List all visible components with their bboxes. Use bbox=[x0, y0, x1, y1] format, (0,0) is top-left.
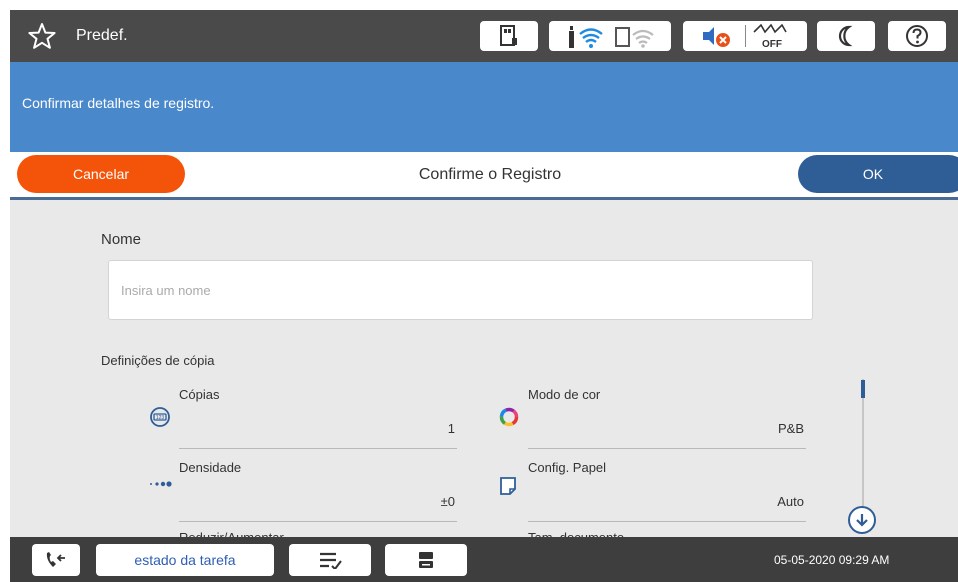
wifi-direct-icon bbox=[615, 27, 654, 48]
setting-label: Config. Papel bbox=[528, 460, 607, 475]
message-text: Confirmar detalhes de registro. bbox=[22, 95, 215, 111]
network-status-button[interactable] bbox=[549, 21, 671, 51]
setting-label: Modo de cor bbox=[528, 387, 601, 402]
setting-color-mode[interactable]: Modo de cor P&B bbox=[528, 387, 806, 449]
network-off-icon: OFF bbox=[752, 23, 787, 50]
help-icon bbox=[906, 25, 928, 47]
scrollbar-thumb[interactable] bbox=[861, 380, 865, 398]
name-label: Nome bbox=[101, 231, 142, 248]
setting-value: P&B bbox=[777, 421, 804, 436]
cancel-button[interactable]: Cancelar bbox=[17, 155, 185, 193]
setting-density[interactable]: Densidade ±0 bbox=[179, 460, 457, 522]
status-bar: Predef. OFF bbox=[10, 10, 958, 62]
task-status-button[interactable]: estado da tarefa bbox=[96, 544, 274, 576]
density-icon bbox=[150, 481, 172, 487]
star-icon[interactable] bbox=[28, 22, 56, 50]
preset-label[interactable]: Predef. bbox=[76, 27, 128, 45]
setting-value: ±0 bbox=[440, 494, 455, 509]
setting-label: Cópias bbox=[179, 387, 220, 402]
job-list-icon bbox=[320, 552, 342, 569]
message-bar: Confirmar detalhes de registro. bbox=[10, 62, 958, 152]
setting-copies[interactable]: Cópias 1 bbox=[179, 387, 457, 449]
wifi-icon bbox=[569, 26, 603, 48]
job-list-button[interactable] bbox=[289, 544, 371, 576]
action-bar: Cancelar Confirme o Registro OK bbox=[10, 152, 958, 200]
setting-label: Densidade bbox=[179, 460, 242, 475]
copy-settings-label: Definições de cópia bbox=[101, 353, 215, 368]
network-off-text: OFF bbox=[762, 39, 782, 50]
datetime: 05-05-2020 09:29 AM bbox=[774, 553, 890, 567]
ok-button[interactable]: OK bbox=[798, 155, 958, 193]
help-button[interactable] bbox=[888, 21, 946, 51]
svg-text:123: 123 bbox=[156, 415, 165, 421]
arrow-down-icon bbox=[856, 514, 868, 527]
scroll-down-button[interactable] bbox=[848, 506, 876, 534]
bottom-bar: estado da tarefa 05-05-2020 09:29 AM bbox=[10, 537, 958, 582]
paper-settings-icon bbox=[500, 477, 516, 495]
fax-muted-icon bbox=[702, 27, 730, 47]
name-input[interactable] bbox=[108, 260, 813, 320]
copies-icon: 123 bbox=[150, 407, 170, 427]
setting-value: 1 bbox=[447, 421, 455, 436]
fax-call-button[interactable] bbox=[32, 544, 80, 576]
setting-paper[interactable]: Config. Papel Auto bbox=[528, 460, 806, 522]
fax-status-button[interactable]: OFF bbox=[683, 21, 807, 51]
phone-call-icon bbox=[46, 552, 65, 567]
printer-status-button[interactable] bbox=[385, 544, 467, 576]
scrollbar-track[interactable] bbox=[862, 379, 864, 519]
printer-icon bbox=[419, 552, 433, 568]
registration-form: Nome Definições de cópia 123 Cópias 1 Mo… bbox=[10, 203, 958, 545]
sleep-moon-icon bbox=[838, 25, 853, 47]
divider bbox=[744, 25, 746, 47]
color-mode-icon bbox=[499, 407, 519, 427]
setting-value: Auto bbox=[777, 494, 804, 509]
memory-device-button[interactable] bbox=[480, 21, 538, 51]
sleep-button[interactable] bbox=[817, 21, 875, 51]
printer-panel: Predef. OFF Confirmar detalhes de regist… bbox=[10, 10, 958, 582]
page-title: Confirme o Registro bbox=[418, 166, 562, 183]
memory-device-icon bbox=[500, 25, 517, 46]
